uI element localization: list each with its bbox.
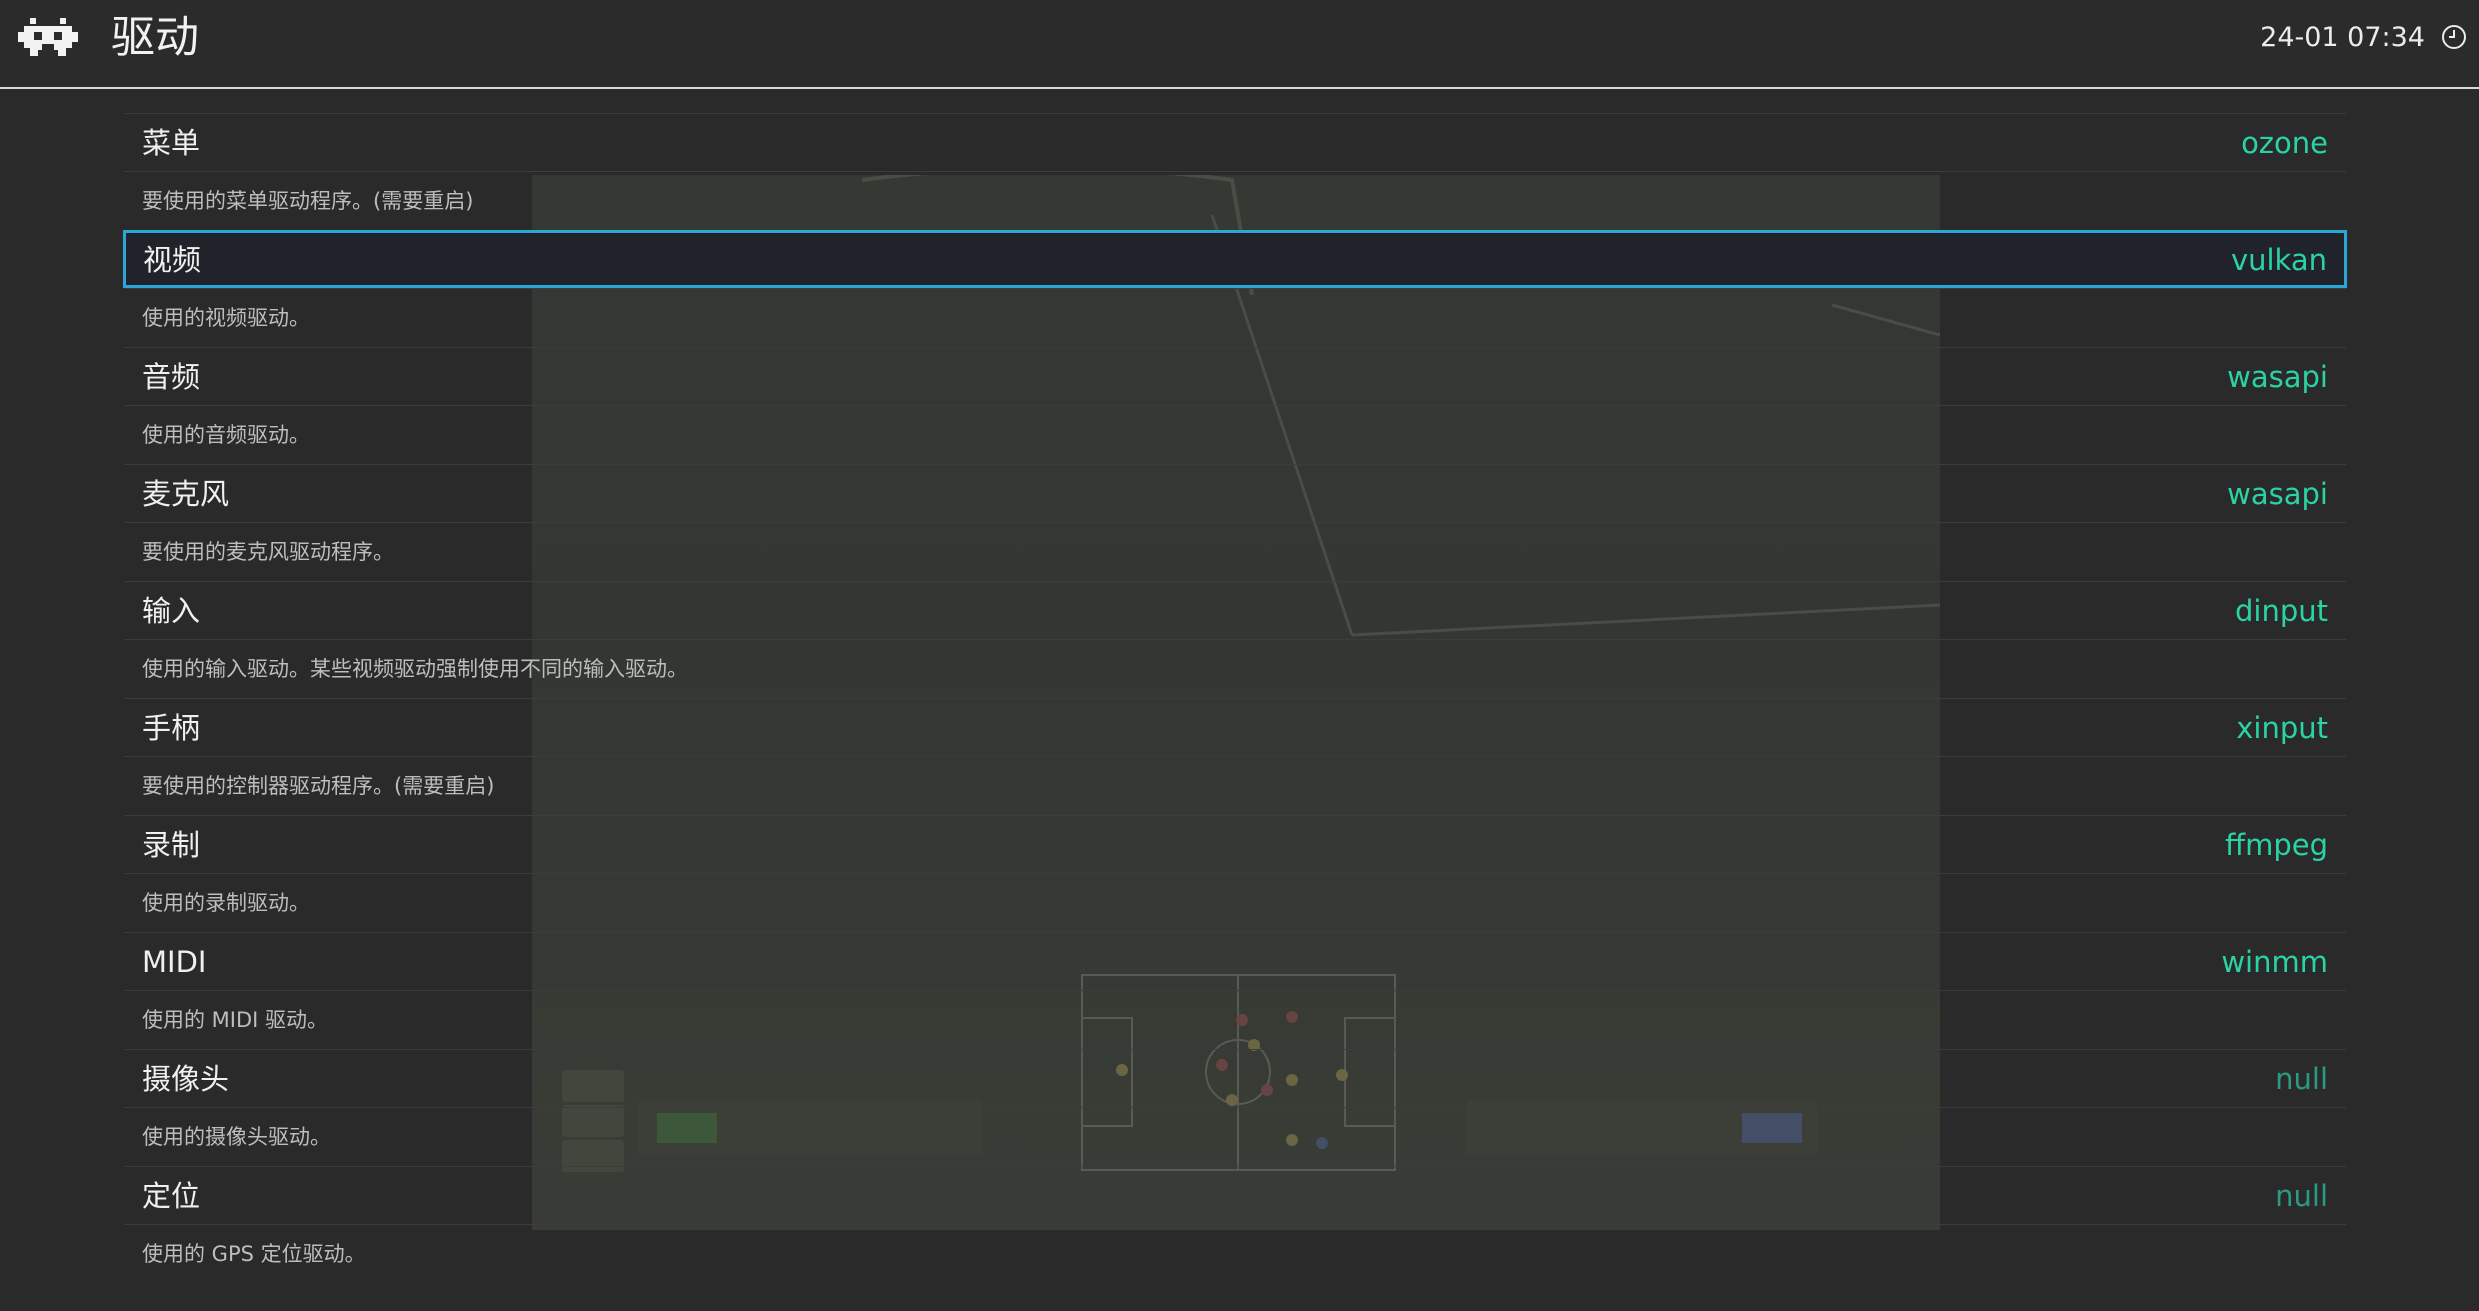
setting-description: 要使用的麦克风驱动程序。 (124, 522, 2346, 581)
setting-row-camera[interactable]: 摄像头 null (124, 1049, 2346, 1107)
header-bar: 驱动 24-01 07:34 (0, 0, 2479, 89)
setting-value: wasapi (2227, 360, 2328, 394)
setting-description-text: 使用的摄像头驱动。 (142, 1125, 331, 1149)
setting-description-text: 使用的 MIDI 驱动。 (142, 1008, 329, 1032)
setting-description: 使用的输入驱动。某些视频驱动强制使用不同的输入驱动。 (124, 639, 2346, 698)
setting-value: xinput (2236, 711, 2328, 745)
setting-value: ffmpeg (2225, 828, 2328, 862)
setting-row-input[interactable]: 输入 dinput (124, 581, 2346, 639)
setting-description: 使用的录制驱动。 (124, 873, 2346, 932)
setting-row-joypad[interactable]: 手柄 xinput (124, 698, 2346, 756)
setting-description: 要使用的菜单驱动程序。(需要重启) (124, 171, 2346, 230)
setting-description-text: 要使用的麦克风驱动程序。 (142, 540, 394, 564)
setting-label: 手柄 (142, 711, 201, 745)
setting-row-menu[interactable]: 菜单 ozone (124, 113, 2346, 171)
setting-label: 录制 (142, 828, 201, 862)
setting-description-text: 使用的视频驱动。 (142, 306, 310, 330)
setting-row-microphone[interactable]: 麦克风 wasapi (124, 464, 2346, 522)
setting-description-text: 要使用的菜单驱动程序。(需要重启) (142, 189, 474, 213)
setting-label: 麦克风 (142, 477, 230, 511)
setting-description: 使用的 MIDI 驱动。 (124, 990, 2346, 1049)
setting-value: ozone (2241, 126, 2328, 160)
setting-row-video[interactable]: 视频 vulkan (123, 230, 2347, 288)
setting-label: 摄像头 (142, 1062, 230, 1096)
setting-description-text: 使用的输入驱动。某些视频驱动强制使用不同的输入驱动。 (142, 657, 688, 681)
driver-settings-list: 菜单 ozone 要使用的菜单驱动程序。(需要重启) 视频 vulkan 使用的… (123, 113, 2347, 1283)
retroarch-screen: 驱动 24-01 07:34 菜单 ozone 要使用的菜单驱动程序。(需要重启… (0, 0, 2479, 1311)
clock-icon (2442, 25, 2466, 49)
setting-row-audio[interactable]: 音频 wasapi (124, 347, 2346, 405)
setting-value: null (2275, 1179, 2328, 1213)
setting-label: 音频 (142, 360, 201, 394)
setting-description: 使用的 GPS 定位驱动。 (124, 1224, 2346, 1283)
setting-label: 视频 (143, 243, 202, 277)
setting-row-record[interactable]: 录制 ffmpeg (124, 815, 2346, 873)
setting-label: 输入 (142, 594, 201, 628)
setting-value: winmm (2221, 945, 2328, 979)
setting-label: 菜单 (142, 126, 201, 160)
setting-description: 使用的音频驱动。 (124, 405, 2346, 464)
retroarch-invader-icon (18, 18, 78, 56)
setting-description-text: 使用的录制驱动。 (142, 891, 310, 915)
setting-description: 要使用的控制器驱动程序。(需要重启) (124, 756, 2346, 815)
setting-row-location[interactable]: 定位 null (124, 1166, 2346, 1224)
clock-text: 24-01 07:34 (2260, 22, 2425, 53)
setting-value: null (2275, 1062, 2328, 1096)
setting-label: MIDI (142, 945, 207, 979)
setting-description-text: 使用的 GPS 定位驱动。 (142, 1242, 366, 1266)
setting-value: vulkan (2230, 243, 2327, 277)
setting-description: 使用的摄像头驱动。 (124, 1107, 2346, 1166)
page-title: 驱动 (111, 12, 199, 63)
setting-description-text: 使用的音频驱动。 (142, 423, 310, 447)
setting-value: wasapi (2227, 477, 2328, 511)
setting-description-text: 要使用的控制器驱动程序。(需要重启) (142, 774, 495, 798)
setting-description: 使用的视频驱动。 (124, 288, 2346, 347)
setting-value: dinput (2234, 594, 2328, 628)
setting-row-midi[interactable]: MIDI winmm (124, 932, 2346, 990)
setting-label: 定位 (142, 1179, 201, 1213)
